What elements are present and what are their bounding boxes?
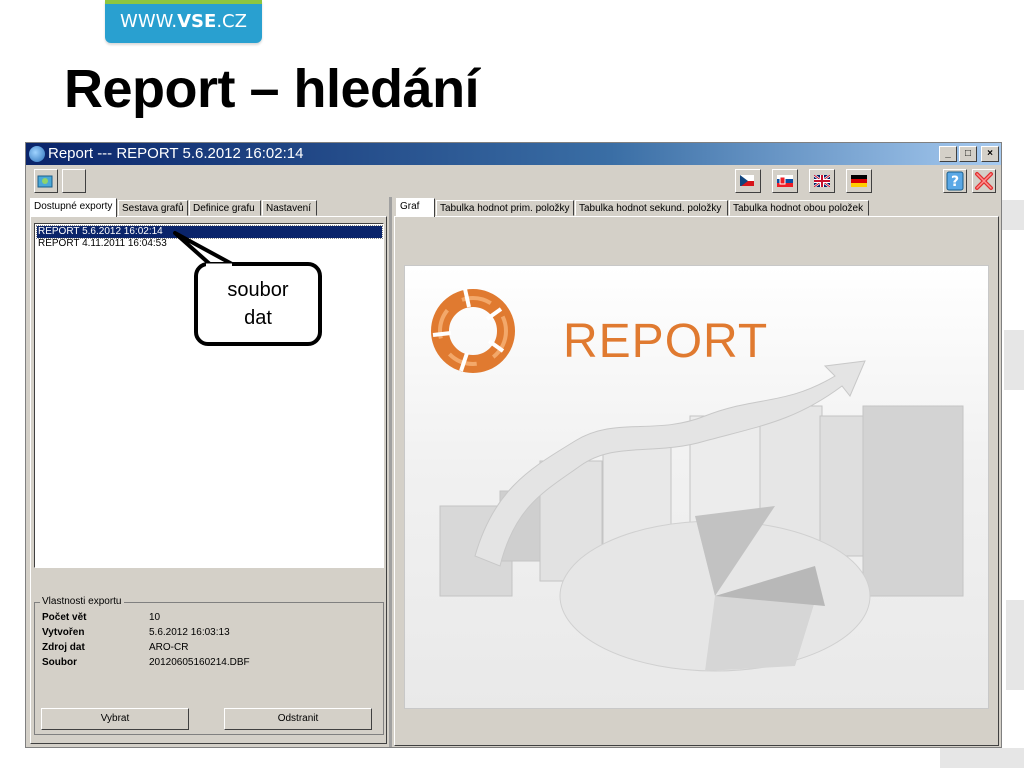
background-decoration (1004, 330, 1024, 390)
splash-image: REPORT (404, 265, 989, 709)
svg-text:?: ? (951, 174, 959, 190)
tab-chart-definition[interactable]: Definice grafu (189, 200, 261, 216)
lang-de-button[interactable] (846, 169, 872, 193)
slide-title: Report – hledání (64, 59, 480, 119)
tab-secondary-values[interactable]: Tabulka hodnot sekund. položky (575, 200, 728, 216)
open-icon (37, 175, 53, 188)
blank-button[interactable] (62, 169, 86, 193)
prop-label-count: Počet vět (42, 612, 87, 623)
logo-prefix: WWW. (120, 11, 178, 32)
prop-value-created: 5.6.2012 16:03:13 (149, 627, 230, 638)
remove-button[interactable]: Odstranit (224, 708, 372, 730)
help-icon: ? (946, 171, 964, 191)
tab-available-exports[interactable]: Dostupné exporty (30, 198, 117, 217)
right-tab-strip: Graf Tabulka hodnot prim. položky Tabulk… (396, 198, 996, 217)
prop-label-file: Soubor (42, 657, 77, 668)
title-bar[interactable]: Report --- REPORT 5.6.2012 16:02:14 _ □ … (26, 143, 1001, 165)
vse-logo[interactable]: WWW.VSE.CZ (105, 0, 262, 43)
callout-line-2: dat (244, 307, 272, 329)
logo-stripe (105, 0, 262, 4)
window-title: Report --- REPORT 5.6.2012 16:02:14 (48, 145, 304, 162)
prop-label-source: Zdroj dat (42, 642, 85, 653)
gb-flag-icon (814, 175, 830, 187)
exit-button[interactable] (972, 169, 996, 193)
background-decoration (940, 748, 1024, 768)
export-properties-group: Vlastnosti exportu Počet vět 10 Vytvořen… (34, 596, 384, 735)
close-button[interactable]: × (981, 146, 999, 162)
tab-chart-set[interactable]: Sestava grafů (118, 200, 188, 216)
background-decoration (1002, 200, 1024, 230)
tab-chart[interactable]: Graf (396, 198, 435, 217)
callout-bubble: soubor dat (194, 262, 322, 346)
cz-flag-icon (740, 175, 754, 186)
lang-sk-button[interactable] (772, 169, 798, 193)
list-item[interactable]: REPORT 4.11.2011 16:04:53 (37, 238, 382, 250)
toolbar: ? (26, 167, 1001, 197)
background-decoration (1006, 600, 1024, 690)
prop-value-file: 20120605160214.DBF (149, 657, 250, 668)
tab-both-values[interactable]: Tabulka hodnot obou položek (729, 200, 869, 216)
app-window: Report --- REPORT 5.6.2012 16:02:14 _ □ … (25, 142, 1002, 748)
sk-flag-icon (777, 175, 793, 187)
tab-settings[interactable]: Nastavení (262, 200, 317, 216)
open-button[interactable] (34, 169, 58, 193)
lang-cz-button[interactable] (735, 169, 761, 193)
exit-icon (975, 172, 993, 190)
logo-suffix: .CZ (216, 11, 247, 32)
maximize-button[interactable]: □ (959, 146, 977, 162)
de-flag-icon (851, 175, 867, 187)
report-wordmark: REPORT (563, 315, 769, 368)
left-tab-strip: Dostupné exporty Sestava grafů Definice … (30, 198, 385, 217)
minimize-button[interactable]: _ (939, 146, 957, 162)
prop-value-source: ARO-CR (149, 642, 189, 653)
app-icon (29, 146, 45, 162)
logo-bold: VSE (177, 11, 217, 32)
help-button[interactable]: ? (943, 169, 967, 193)
select-button[interactable]: Vybrat (41, 708, 189, 730)
list-item[interactable]: REPORT 5.6.2012 16:02:14 (36, 225, 383, 239)
right-panel: Graf Tabulka hodnot prim. položky Tabulk… (392, 197, 1001, 747)
tab-primary-values[interactable]: Tabulka hodnot prim. položky (436, 200, 574, 216)
group-title: Vlastnosti exportu (40, 596, 124, 607)
prop-label-created: Vytvořen (42, 627, 85, 638)
lang-en-button[interactable] (809, 169, 835, 193)
callout-line-1: soubor (227, 279, 289, 301)
prop-value-count: 10 (149, 612, 161, 623)
